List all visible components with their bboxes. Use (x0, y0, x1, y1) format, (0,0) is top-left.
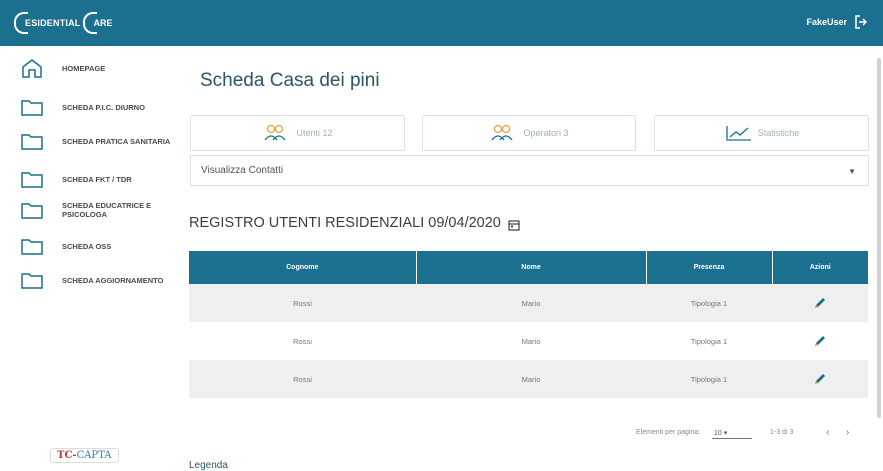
chart-icon (726, 126, 751, 141)
cell-azioni (772, 322, 868, 360)
column-header-azioni: Azioni (772, 251, 868, 284)
cell-presenza: Tipologia 1 (646, 284, 772, 322)
sidebar-item-label: HOMEPAGE (62, 63, 106, 73)
register-title: REGISTRO UTENTI RESIDENZIALI 09/04/2020 (189, 215, 501, 231)
cell-azioni (772, 360, 868, 398)
sidebar-item-homepage[interactable]: HOMEPAGE (20, 58, 174, 78)
partner-logo: TC-CAPTA (50, 448, 119, 463)
operators-card-label: Operatori 3 (523, 128, 569, 138)
edit-pencil-icon[interactable] (813, 372, 827, 386)
statistics-card-label: Statistiche (757, 128, 800, 138)
page-range: 1-3 di 3 (770, 429, 794, 436)
contacts-dropdown-label: Visualizza Contatti (201, 165, 284, 176)
users-card[interactable]: Utenti 12 (190, 115, 405, 151)
top-bar: ESIDENTIAL ARE FakeUser (0, 0, 883, 46)
partner-logo-text-b: CAPTA (76, 450, 112, 461)
cell-nome: Mario (416, 284, 646, 322)
sidebar-item-fkt-tdr[interactable]: SCHEDA FKT / TDR (20, 169, 174, 189)
cell-cognome: Rossi (189, 322, 416, 360)
sidebar-item-pic-diurno[interactable]: SCHEDA P.I.C. DIURNO (20, 97, 174, 117)
folder-icon (21, 203, 43, 219)
column-header-nome[interactable]: Nome (416, 251, 647, 284)
chevron-down-icon: ▼ (848, 167, 856, 176)
folder-icon (21, 273, 43, 289)
sidebar-item-aggiornamento[interactable]: SCHEDA AGGIORNAMENTO (20, 270, 174, 290)
sidebar-item-label: SCHEDA OSS (62, 241, 112, 251)
sidebar-item-pratica-sanitaria[interactable]: SCHEDA PRATICA SANITARIA (20, 131, 174, 151)
operators-card[interactable]: Operatori 3 (422, 115, 636, 151)
statistics-card[interactable]: Statistiche (654, 115, 869, 151)
sidebar-item-label: SCHEDA AGGIORNAMENTO (62, 275, 164, 285)
cell-presenza: Tipologia 1 (646, 360, 772, 398)
logout-icon[interactable] (855, 15, 867, 29)
table-header-row: Cognome Nome Presenza Azioni (189, 251, 868, 284)
brand-text-part1: ESIDENTIAL (25, 18, 81, 28)
items-per-page-label: Elementi per pagina: (636, 429, 701, 436)
table-row[interactable]: Rossi Mario Tipologia 1 (189, 360, 868, 398)
items-per-page-select[interactable]: 10 ▾ (712, 429, 752, 439)
cell-nome: Mario (416, 360, 646, 398)
column-header-presenza[interactable]: Presenza (646, 251, 773, 284)
home-icon (22, 59, 42, 78)
cell-azioni (772, 284, 868, 322)
folder-icon (21, 172, 43, 188)
table-row[interactable]: Rossi Mario Tipologia 1 (189, 322, 868, 360)
operators-icon (491, 124, 514, 141)
prev-page-button[interactable]: ‹ (826, 427, 829, 438)
page-title: Scheda Casa dei pini (200, 70, 380, 91)
sidebar-item-label: SCHEDA EDUCATRICE E PSICOLOGA (62, 201, 152, 219)
cell-nome: Mario (416, 322, 646, 360)
register-heading: REGISTRO UTENTI RESIDENZIALI 09/04/2020 (189, 215, 520, 231)
users-table: Cognome Nome Presenza Azioni Rossi Mario… (189, 251, 868, 398)
sidebar-item-educatrice-psicologa[interactable]: SCHEDA EDUCATRICE E PSICOLOGA (20, 200, 174, 220)
contacts-dropdown[interactable]: Visualizza Contatti ▼ (190, 155, 869, 186)
users-icon (264, 124, 287, 141)
user-name[interactable]: FakeUser (806, 17, 847, 27)
table-row[interactable]: Rossi Mario Tipologia 1 (189, 284, 868, 322)
users-card-label: Utenti 12 (296, 128, 333, 138)
folder-icon (21, 239, 43, 255)
sidebar-item-oss[interactable]: SCHEDA OSS (20, 236, 174, 256)
brand-logo[interactable]: ESIDENTIAL ARE (14, 11, 113, 35)
next-page-button[interactable]: › (846, 427, 849, 438)
brand-text-part2: ARE (93, 18, 113, 28)
legend-link[interactable]: Legenda (189, 460, 228, 471)
cell-cognome: Rossi (189, 360, 416, 398)
sidebar-item-label: SCHEDA P.I.C. DIURNO (62, 102, 145, 112)
cell-cognome: Rossi (189, 284, 416, 322)
items-per-page-value: 10 (714, 430, 722, 437)
column-header-cognome[interactable]: Cognome (189, 251, 417, 284)
edit-pencil-icon[interactable] (813, 334, 827, 348)
partner-logo-text-a: TC- (57, 450, 77, 461)
calendar-icon[interactable] (508, 219, 520, 231)
scrollbar[interactable] (877, 58, 881, 418)
cell-presenza: Tipologia 1 (646, 322, 772, 360)
folder-icon (21, 134, 43, 150)
edit-pencil-icon[interactable] (813, 296, 827, 310)
folder-icon (21, 100, 43, 116)
sidebar-item-label: SCHEDA PRATICA SANITARIA (62, 136, 171, 146)
sidebar-item-label: SCHEDA FKT / TDR (62, 174, 132, 184)
